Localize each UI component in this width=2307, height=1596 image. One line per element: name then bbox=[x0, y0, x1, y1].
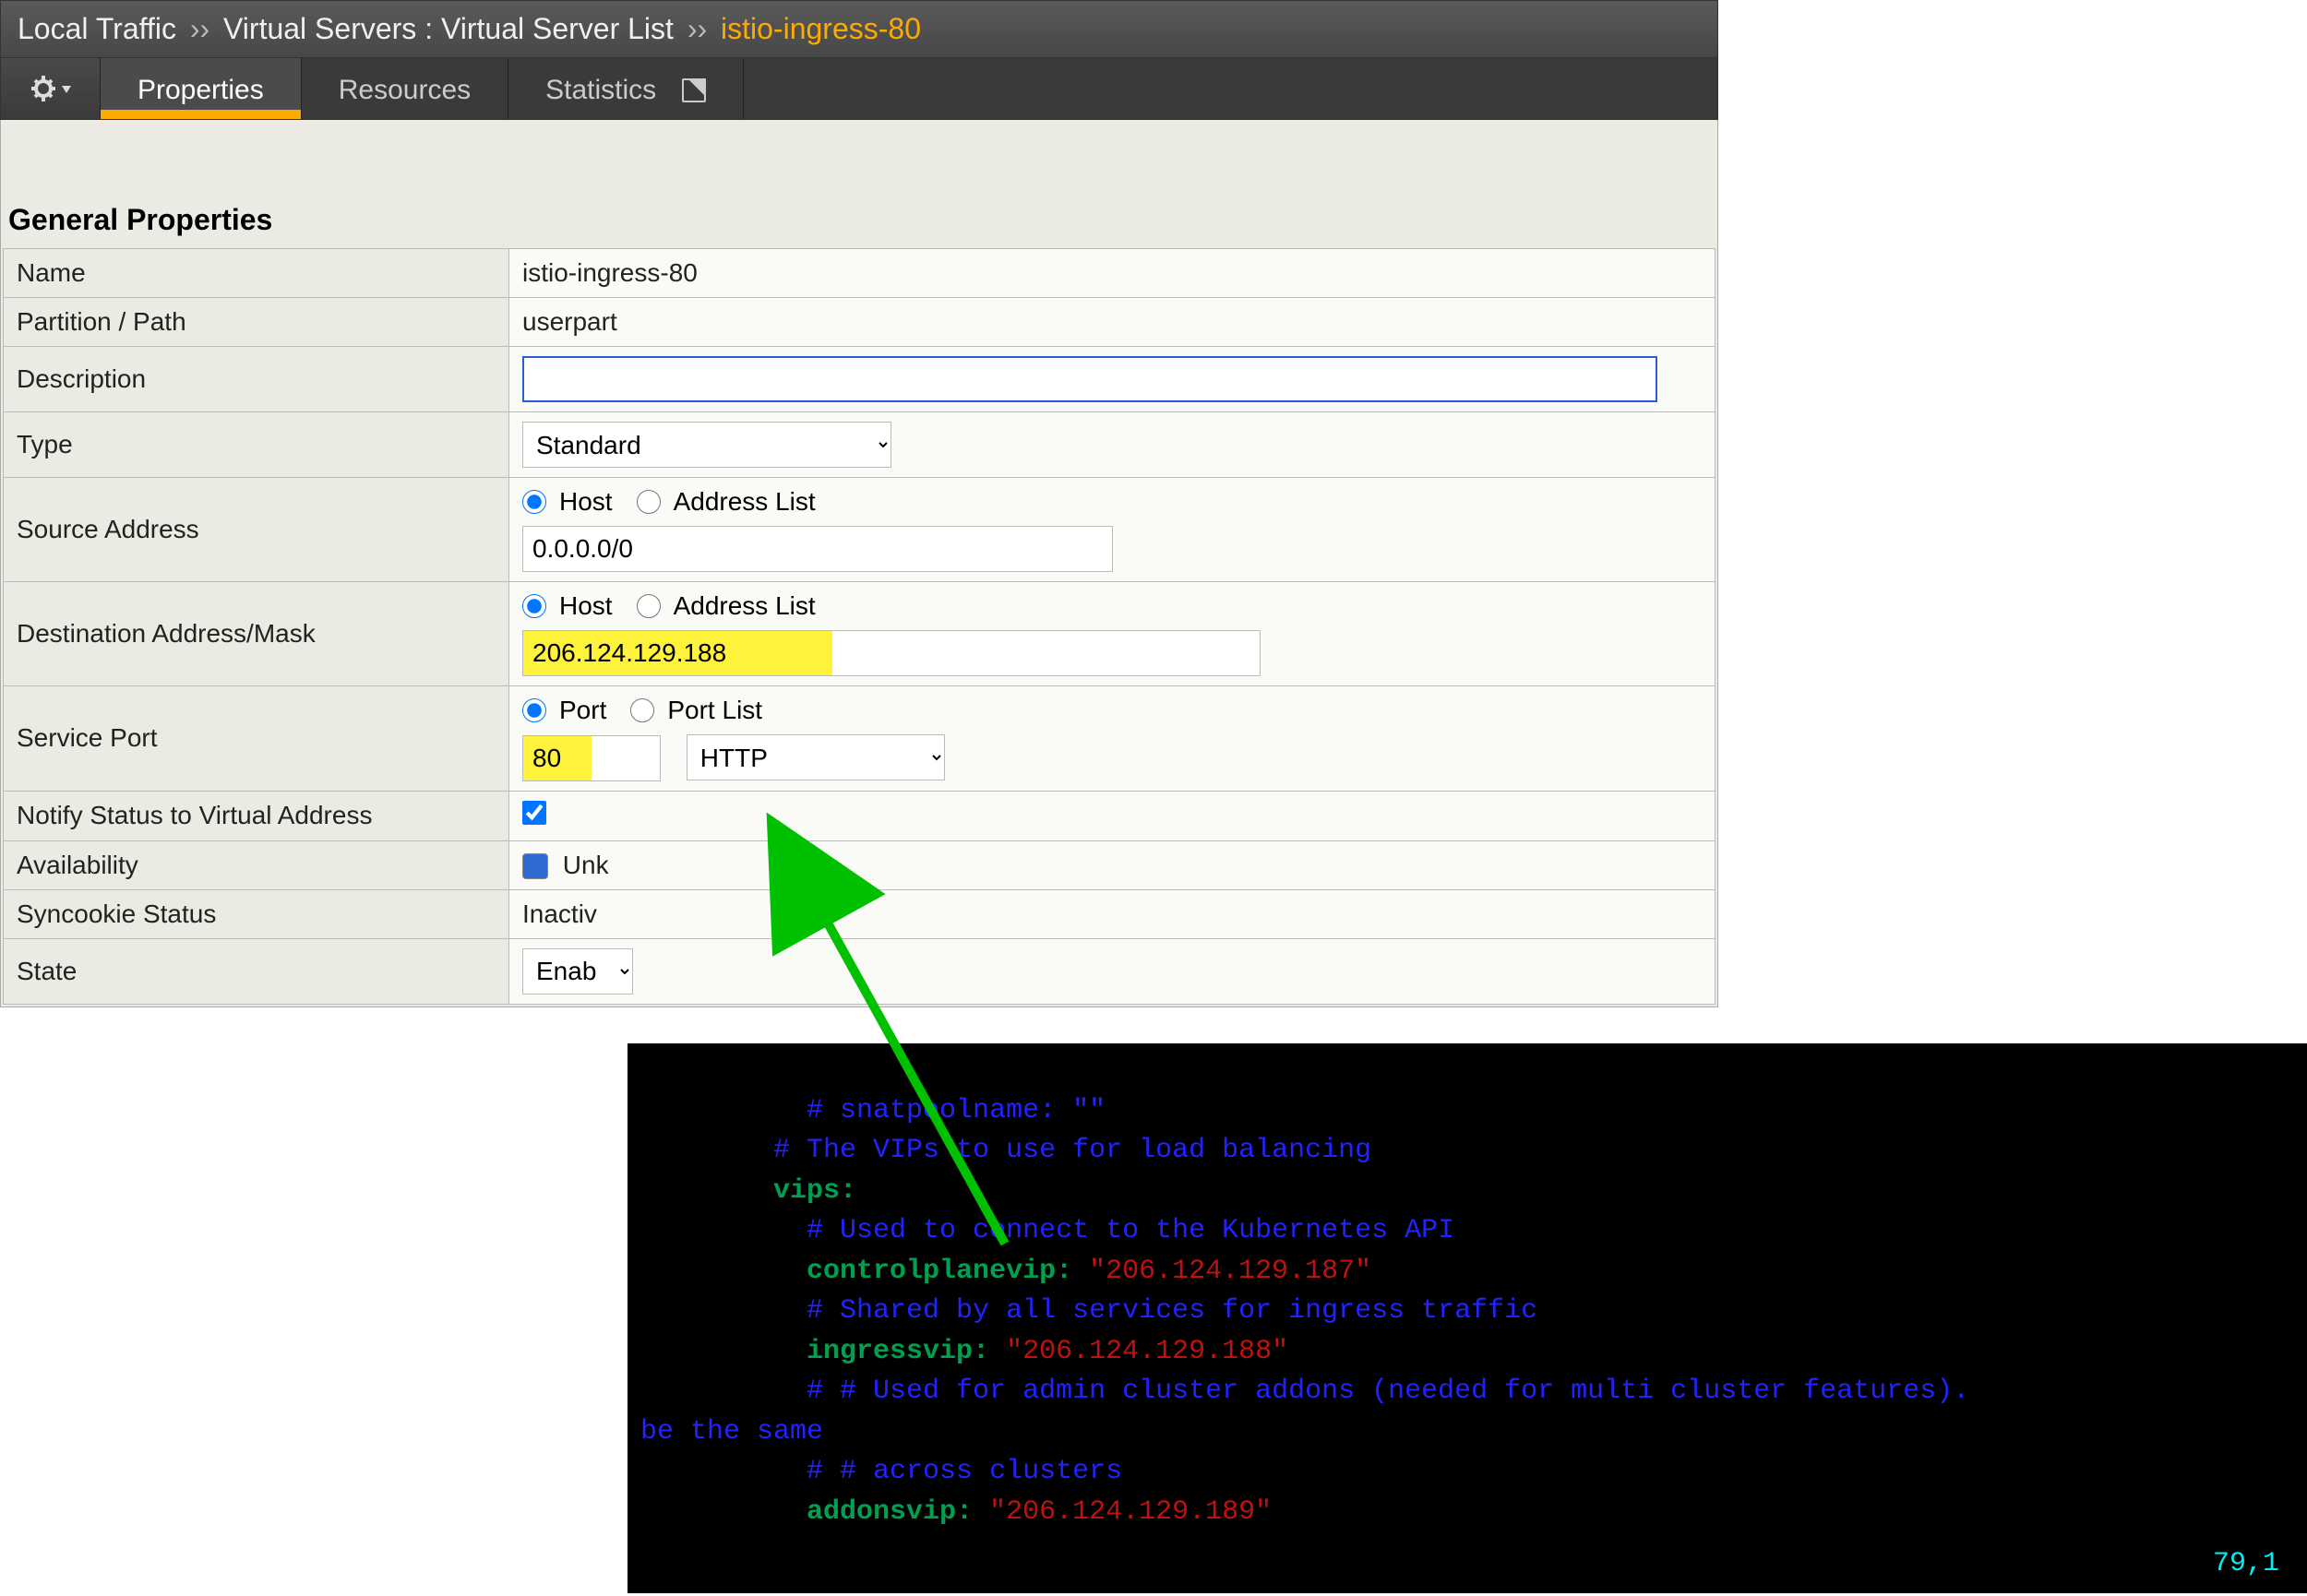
row-name-value: istio-ingress-80 bbox=[509, 249, 1715, 298]
portlist-label: Port List bbox=[667, 696, 762, 725]
dest-addrlist-radio[interactable] bbox=[637, 594, 661, 618]
syncookie-value: Inactiv bbox=[509, 889, 1715, 938]
tab-label: Resources bbox=[339, 75, 471, 106]
breadcrumb-root[interactable]: Local Traffic bbox=[18, 12, 176, 45]
row-availability-label: Availability bbox=[4, 840, 509, 889]
cursor-position: 79,1 bbox=[2213, 1544, 2279, 1585]
source-input[interactable] bbox=[522, 526, 1113, 572]
source-host-radio[interactable] bbox=[522, 490, 546, 514]
gear-icon bbox=[30, 75, 71, 102]
tab-label: Properties bbox=[137, 75, 264, 106]
row-state-label: State bbox=[4, 938, 509, 1004]
tab-statistics[interactable]: Statistics bbox=[508, 58, 744, 119]
tab-resources[interactable]: Resources bbox=[302, 58, 508, 119]
section-heading: General Properties bbox=[3, 203, 1715, 248]
port-input[interactable] bbox=[522, 735, 661, 781]
source-addrlist-label: Address List bbox=[674, 487, 816, 517]
row-type-label: Type bbox=[4, 412, 509, 478]
portlist-radio[interactable] bbox=[630, 698, 654, 722]
row-description-label: Description bbox=[4, 347, 509, 412]
breadcrumb-sep: ›› bbox=[190, 12, 209, 45]
row-notify-label: Notify Status to Virtual Address bbox=[4, 791, 509, 840]
type-select[interactable]: Standard bbox=[522, 422, 891, 468]
description-input[interactable] bbox=[522, 356, 1657, 402]
state-select[interactable]: Enab bbox=[522, 948, 633, 995]
properties-table: Name istio-ingress-80 Partition / Path u… bbox=[3, 248, 1715, 1005]
port-proto-select[interactable]: HTTP bbox=[687, 734, 945, 780]
breadcrumb-item: istio-ingress-80 bbox=[721, 12, 921, 45]
terminal-overlay: # snatpoolname: "" # The VIPs to use for… bbox=[628, 1043, 2307, 1593]
tab-properties[interactable]: Properties bbox=[101, 58, 302, 119]
availability-value: Unk bbox=[563, 851, 609, 879]
row-syncookie-label: Syncookie Status bbox=[4, 889, 509, 938]
dest-addrlist-label: Address List bbox=[674, 591, 816, 621]
dest-host-label: Host bbox=[559, 591, 613, 621]
dest-input[interactable] bbox=[522, 630, 1261, 676]
dest-host-radio[interactable] bbox=[522, 594, 546, 618]
row-port-label: Service Port bbox=[4, 686, 509, 792]
row-name-label: Name bbox=[4, 249, 509, 298]
notify-checkbox[interactable] bbox=[522, 801, 546, 825]
tab-label: Statistics bbox=[545, 75, 656, 106]
gear-menu[interactable] bbox=[1, 58, 101, 119]
breadcrumb: Local Traffic ›› Virtual Servers : Virtu… bbox=[0, 0, 1718, 58]
source-host-label: Host bbox=[559, 487, 613, 517]
status-icon bbox=[522, 853, 548, 879]
row-partition-value: userpart bbox=[509, 298, 1715, 347]
source-addrlist-radio[interactable] bbox=[637, 490, 661, 514]
port-label: Port bbox=[559, 696, 606, 725]
breadcrumb-section[interactable]: Virtual Servers : Virtual Server List bbox=[223, 12, 674, 45]
popout-icon[interactable] bbox=[682, 78, 706, 102]
port-radio[interactable] bbox=[522, 698, 546, 722]
breadcrumb-sep: ›› bbox=[687, 12, 707, 45]
row-source-label: Source Address bbox=[4, 478, 509, 582]
row-partition-label: Partition / Path bbox=[4, 298, 509, 347]
row-dest-label: Destination Address/Mask bbox=[4, 582, 509, 686]
tab-row: Properties Resources Statistics bbox=[0, 58, 1718, 120]
